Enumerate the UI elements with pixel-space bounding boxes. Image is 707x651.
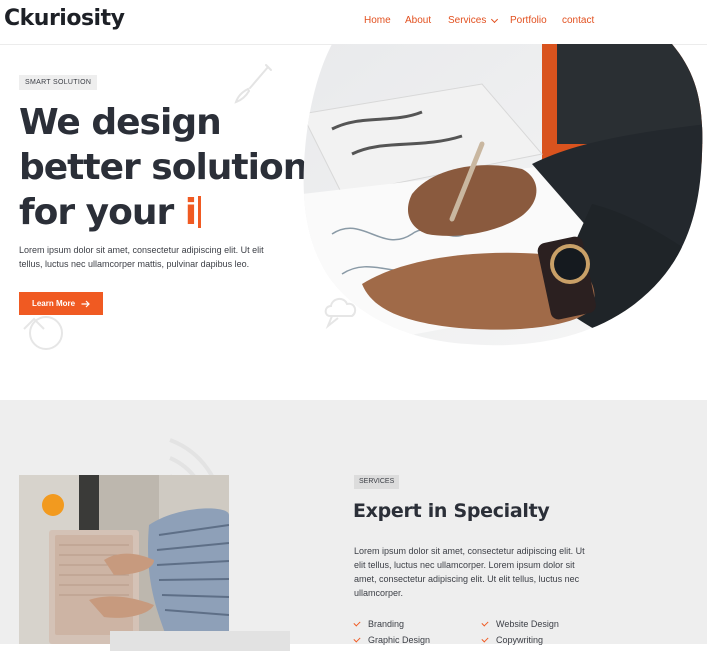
hero-description: Lorem ipsum dolor sit amet, consectetur … [19,245,264,269]
typing-cursor [198,196,202,228]
nav-services-label: Services [448,15,487,26]
services-description: Lorem ipsum dolor sit amet, consectetur … [354,546,585,598]
nav-home[interactable]: Home [364,15,391,26]
list-item: Branding [353,618,482,630]
services-list: Branding Website Design Graphic Design C… [353,618,614,646]
checkmark-icon [353,635,361,643]
hero-image [303,44,703,346]
site-header: Ckuriosity Home About Services Portfolio… [0,0,707,45]
hero-title-line1: We design [19,102,222,143]
nav-portfolio[interactable]: Portfolio [510,15,547,26]
typed-word: i [184,192,197,233]
nav-contact[interactable]: contact [562,15,594,26]
arrow-right-icon [81,300,90,307]
chevron-down-icon [491,15,499,23]
hero-badge: SMART SOLUTION [19,75,98,90]
nav-about[interactable]: About [405,15,431,26]
checkmark-icon [481,619,489,627]
list-item: Copywriting [481,634,610,646]
learn-more-button[interactable]: Learn More [19,292,103,315]
list-item: Website Design [481,618,610,630]
services-badge: SERVICES [354,475,400,489]
image-caption-card [110,631,290,651]
site-logo[interactable]: Ckuriosity [4,6,125,31]
hero-title: We design better solution for your i [19,100,308,235]
circle-shape-icon [23,316,63,350]
hero-title-line3: for your [19,192,185,233]
services-image [19,475,229,644]
list-item: Graphic Design [353,634,482,646]
services-title: Expert in Specialty [353,500,550,522]
hero-title-line2: better solution [19,147,308,188]
checkmark-icon [353,619,361,627]
service-item-label: Branding [368,619,405,629]
service-item-label: Website Design [496,619,559,629]
checkmark-icon [481,635,489,643]
nav-services[interactable]: Services [448,15,499,26]
learn-more-label: Learn More [31,299,76,308]
